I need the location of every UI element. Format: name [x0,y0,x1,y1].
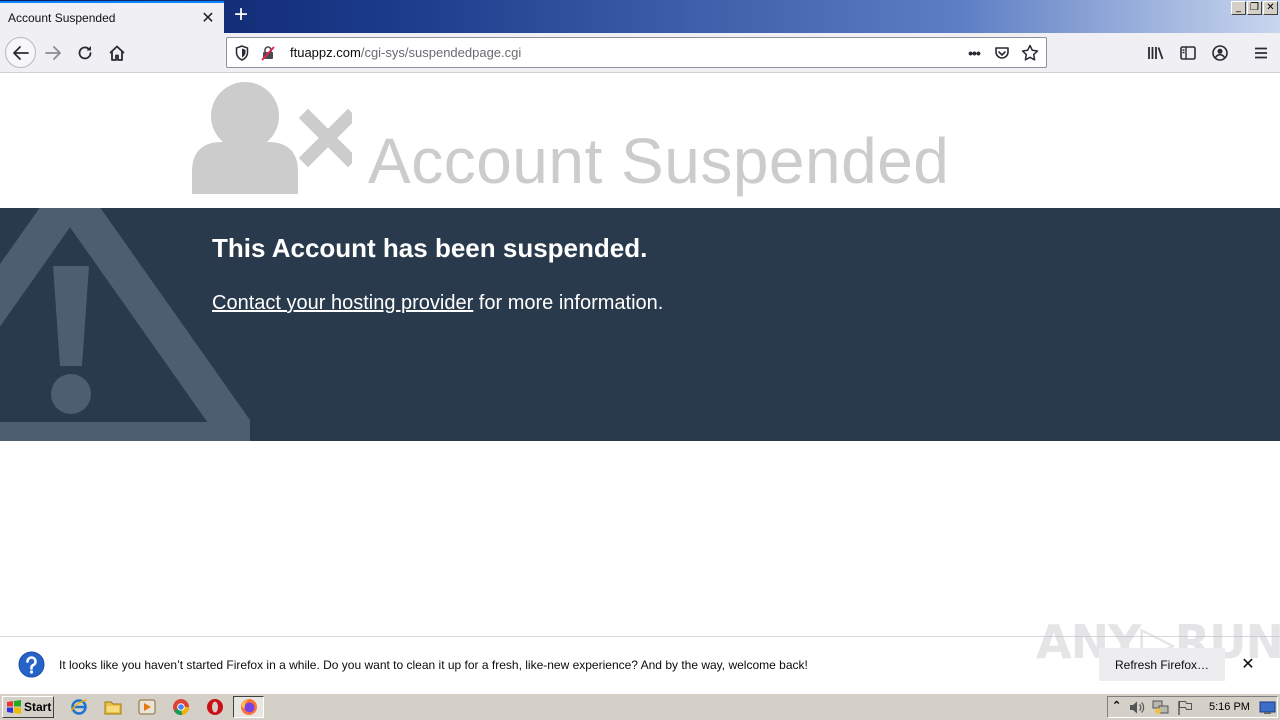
firefox-taskbar-button[interactable] [233,696,264,718]
url-text: ftuappz.com/cgi-sys/suspendedpage.cgi [290,45,521,60]
forward-arrow-icon [45,46,61,60]
suspension-heading: This Account has been suspended. [212,233,648,263]
tracking-shield-icon[interactable] [228,39,256,67]
url-path: /cgi-sys/suspendedpage.cgi [360,45,522,60]
hamburger-menu-icon [1255,47,1267,59]
url-bar[interactable]: ftuappz.com/cgi-sys/suspendedpage.cgi ••… [226,37,1047,68]
windows-logo-icon [7,700,21,714]
sidebar-icon [1180,46,1196,60]
refresh-firefox-button[interactable]: Refresh Firefox… [1099,648,1225,681]
bookmark-star-icon[interactable] [1016,39,1044,67]
tab-account-suspended[interactable]: Account Suspended ✕ [0,1,224,33]
sidebar-button[interactable] [1173,38,1203,68]
system-tray: ⌃ 5:16 PM [1107,696,1278,718]
opera-icon[interactable] [206,698,224,716]
page-header: Account Suspended [0,74,1280,208]
page-actions-button[interactable]: ••• [960,39,988,67]
account-button[interactable] [1205,38,1235,68]
suspension-message: Contact your hosting provider for more i… [212,292,663,315]
notification-close-button[interactable]: ✕ [1238,655,1258,675]
library-button[interactable] [1141,38,1171,68]
media-player-icon[interactable] [138,698,156,716]
window-controls: _ ❐ ✕ [1231,1,1278,15]
pocket-icon[interactable] [988,39,1016,67]
back-arrow-icon [12,45,29,60]
show-desktop-icon[interactable] [1259,700,1276,715]
insecure-lock-icon[interactable] [254,39,282,67]
home-icon [109,45,125,61]
internet-explorer-icon[interactable] [70,698,88,716]
url-domain: ftuappz.com [290,45,361,60]
reload-icon [78,46,92,60]
contact-hosting-provider-link[interactable]: Contact your hosting provider [212,292,473,314]
web-page: Account Suspended This Account has been … [0,74,1280,636]
windows-taskbar: Start ⌃ 5:16 PM [0,693,1280,720]
page-title: Account Suspended [368,125,950,197]
file-explorer-icon[interactable] [104,698,122,716]
taskbar-clock[interactable]: 5:16 PM [1209,701,1250,713]
suspension-banner: This Account has been suspended. Contact… [0,208,1280,441]
suspension-message-suffix: for more information. [473,292,664,314]
question-icon [18,651,45,678]
action-center-flag-icon[interactable] [1177,700,1193,715]
minimize-button[interactable]: _ [1231,1,1246,15]
reload-button[interactable] [70,38,100,68]
firefox-icon [241,699,257,715]
home-button[interactable] [102,38,132,68]
account-icon [1212,45,1228,61]
chrome-icon[interactable] [172,698,190,716]
start-label: Start [24,700,52,714]
forward-button[interactable] [38,38,68,68]
user-suspended-icon [192,82,352,194]
tab-title: Account Suspended [8,11,116,25]
start-button[interactable]: Start [2,696,54,718]
navigation-toolbar: ftuappz.com/cgi-sys/suspendedpage.cgi ••… [0,33,1280,73]
show-hidden-icons-icon[interactable]: ⌃ [1112,699,1121,712]
volume-icon[interactable] [1129,700,1145,715]
restore-button[interactable]: ❐ [1247,1,1262,15]
back-button[interactable] [5,37,36,68]
menu-button[interactable] [1246,38,1276,68]
tab-close-button[interactable]: ✕ [198,8,218,28]
network-icon[interactable] [1152,700,1169,715]
window-close-button[interactable]: ✕ [1263,1,1278,15]
new-tab-button[interactable]: + [228,3,254,28]
refresh-firefox-notification: ANY▷RUN It looks like you haven’t starte… [0,615,1280,692]
tab-strip: Account Suspended ✕ + _ ❐ ✕ [0,0,1280,33]
library-icon [1148,47,1164,60]
notification-message: It looks like you haven’t started Firefo… [59,658,808,672]
